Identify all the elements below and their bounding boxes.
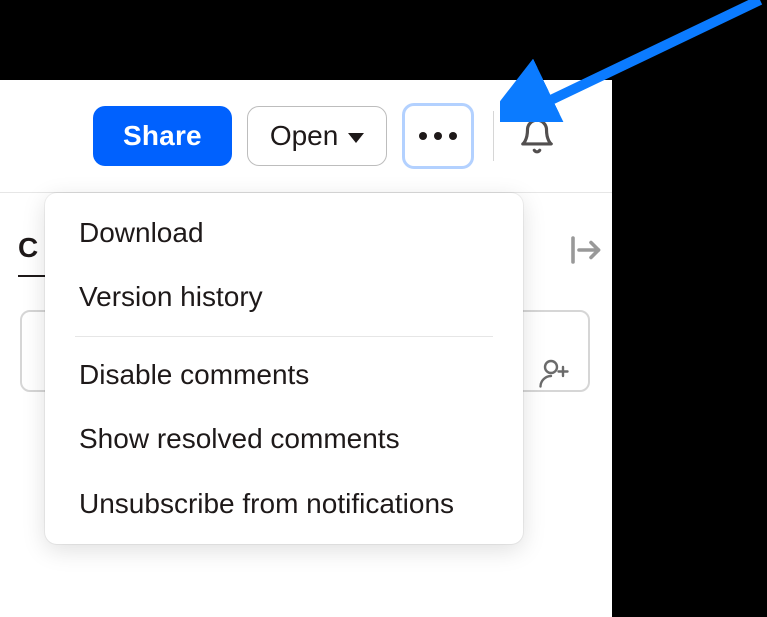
more-actions-menu: Download Version history Disable comment… [45, 193, 523, 544]
chevron-down-icon [348, 133, 364, 143]
menu-item-unsubscribe[interactable]: Unsubscribe from notifications [45, 472, 523, 536]
expand-panel-button[interactable] [565, 232, 605, 273]
letterbox-right [612, 0, 767, 617]
tab-underline [18, 275, 48, 277]
open-button[interactable]: Open [247, 106, 388, 166]
open-label: Open [270, 120, 339, 152]
menu-item-disable-comments[interactable]: Disable comments [45, 343, 523, 407]
ellipsis-icon [419, 132, 457, 140]
bell-icon [518, 117, 556, 155]
share-button[interactable]: Share [93, 106, 232, 166]
expand-right-icon [565, 232, 605, 268]
menu-separator [75, 336, 493, 337]
toolbar: Share Open [93, 103, 561, 169]
toolbar-divider [493, 111, 494, 161]
add-person-icon[interactable] [536, 355, 572, 391]
app-area: Share Open C [0, 80, 612, 617]
tab-comments[interactable]: C [18, 232, 38, 264]
menu-item-show-resolved[interactable]: Show resolved comments [45, 407, 523, 471]
menu-item-download[interactable]: Download [45, 201, 523, 265]
menu-item-version-history[interactable]: Version history [45, 265, 523, 329]
more-actions-button[interactable] [402, 103, 474, 169]
notifications-button[interactable] [513, 112, 561, 160]
